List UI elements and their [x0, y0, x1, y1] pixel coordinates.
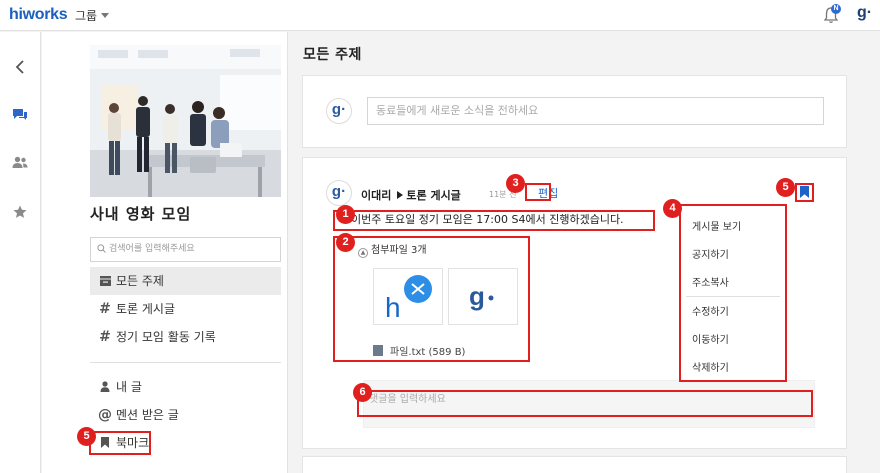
avatar: g·: [326, 180, 352, 206]
menu-item-my-posts[interactable]: 내 글: [90, 373, 281, 401]
search-input[interactable]: 검색어를 입력해주세요: [90, 237, 281, 262]
menu-item-label: 멘션 받은 글: [116, 408, 179, 422]
group-name: 사내 영화 모임: [90, 205, 192, 223]
menu-item-bookmarks[interactable]: 북마크: [90, 429, 281, 457]
star-icon[interactable]: [10, 202, 30, 222]
file-size: (589 B): [428, 347, 466, 358]
menu-item-label: 내 글: [116, 380, 142, 394]
attachment-header[interactable]: ▲ 첨부파일 3개: [358, 241, 427, 258]
hash-icon: #: [99, 301, 111, 317]
group-menu-label: 그룹: [75, 9, 98, 23]
edit-link[interactable]: 편집: [538, 185, 558, 201]
menu-item-all-topics[interactable]: 모든 주제: [90, 267, 281, 295]
file-item[interactable]: 파일.txt (589 B): [373, 343, 465, 358]
annotation-badge: 1: [336, 205, 355, 224]
caret-down-icon: [101, 13, 110, 18]
chat-icon[interactable]: [10, 105, 30, 125]
menu-item-label: 북마크: [116, 436, 150, 450]
author-name[interactable]: 이대리: [361, 189, 391, 202]
menu-copy-link[interactable]: 주소복사: [692, 274, 729, 289]
group-cover-image: [90, 45, 281, 197]
hash-icon: #: [99, 329, 111, 345]
collapse-icon: ▲: [358, 248, 368, 258]
board-name[interactable]: 토론 게시글: [406, 189, 460, 202]
menu-item-discussion[interactable]: # 토론 게시글: [90, 295, 281, 323]
svg-text:g: g: [469, 281, 485, 311]
annotation-badge: 2: [336, 233, 355, 252]
search-icon: [97, 244, 106, 253]
file-name: 파일.txt: [390, 347, 426, 358]
attachment-thumbnail[interactable]: h: [373, 268, 443, 325]
list-icon: [98, 267, 112, 295]
menu-item-label: 모든 주제: [116, 274, 164, 288]
annotation-badge: 5: [77, 427, 96, 446]
hiworks-logo[interactable]: hiworks: [9, 6, 68, 24]
compose-input[interactable]: 동료들에게 새로운 소식을 전하세요: [367, 97, 824, 125]
annotation-badge: 3: [506, 174, 525, 193]
notification-badge: N: [831, 4, 841, 14]
menu-item-mentions[interactable]: @ 멘션 받은 글: [90, 401, 281, 429]
attachment-count: 첨부파일 3개: [371, 245, 427, 256]
comment-input[interactable]: 댓글을 입력하세요: [369, 390, 446, 405]
user-avatar[interactable]: g·: [857, 4, 872, 22]
menu-item-meeting-log[interactable]: # 정기 모임 활동 기록: [90, 323, 281, 351]
menu-delete[interactable]: 삭제하기: [692, 359, 729, 374]
annotation-badge: 5: [776, 178, 795, 197]
users-icon[interactable]: [10, 152, 30, 172]
next-post-card: [302, 456, 847, 473]
nav-rail: [0, 32, 41, 473]
menu-edit[interactable]: 수정하기: [692, 303, 729, 318]
arrow-right-icon: [397, 191, 404, 199]
top-bar: hiworks 그룹 N g·: [0, 0, 880, 31]
user-icon: [98, 373, 112, 401]
menu-item-label: 정기 모임 활동 기록: [116, 330, 216, 344]
post-text: 이번주 토요일 정기 모임은 17:00 S4에서 진행하겠습니다.: [351, 213, 624, 226]
menu-view-post[interactable]: 게시물 보기: [692, 218, 741, 233]
group-sidebar: 사내 영화 모임 검색어를 입력해주세요 모든 주제 # 토론 게시글 # 정기…: [42, 32, 288, 473]
annotation-badge: 4: [663, 199, 682, 218]
main-content: 모든 주제 g· 동료들에게 새로운 소식을 전하세요 g· 이대리 토론 게시글…: [288, 32, 880, 473]
chevron-left-icon[interactable]: [10, 57, 30, 77]
attachment-thumbnail[interactable]: g: [448, 268, 518, 325]
file-icon: [373, 345, 383, 356]
menu-move[interactable]: 이동하기: [692, 331, 729, 346]
avatar: g·: [326, 98, 352, 124]
menu-item-label: 토론 게시글: [116, 302, 176, 316]
bookmark-icon: [98, 429, 112, 457]
group-menu[interactable]: 그룹: [75, 7, 110, 24]
menu-divider: [686, 296, 780, 297]
bookmark-icon[interactable]: [800, 186, 809, 201]
sidebar-divider: [90, 362, 281, 363]
at-icon: @: [98, 407, 112, 423]
svg-text:h: h: [385, 292, 401, 323]
compose-card: g· 동료들에게 새로운 소식을 전하세요: [302, 75, 847, 148]
annotation-badge: 6: [353, 383, 372, 402]
post-action-menu: 게시물 보기 공지하기 주소복사 수정하기 이동하기 삭제하기: [679, 204, 787, 382]
menu-announce[interactable]: 공지하기: [692, 246, 729, 261]
page-title: 모든 주제: [303, 47, 362, 63]
search-placeholder: 검색어를 입력해주세요: [109, 244, 195, 254]
post-author: 이대리 토론 게시글: [361, 187, 461, 203]
